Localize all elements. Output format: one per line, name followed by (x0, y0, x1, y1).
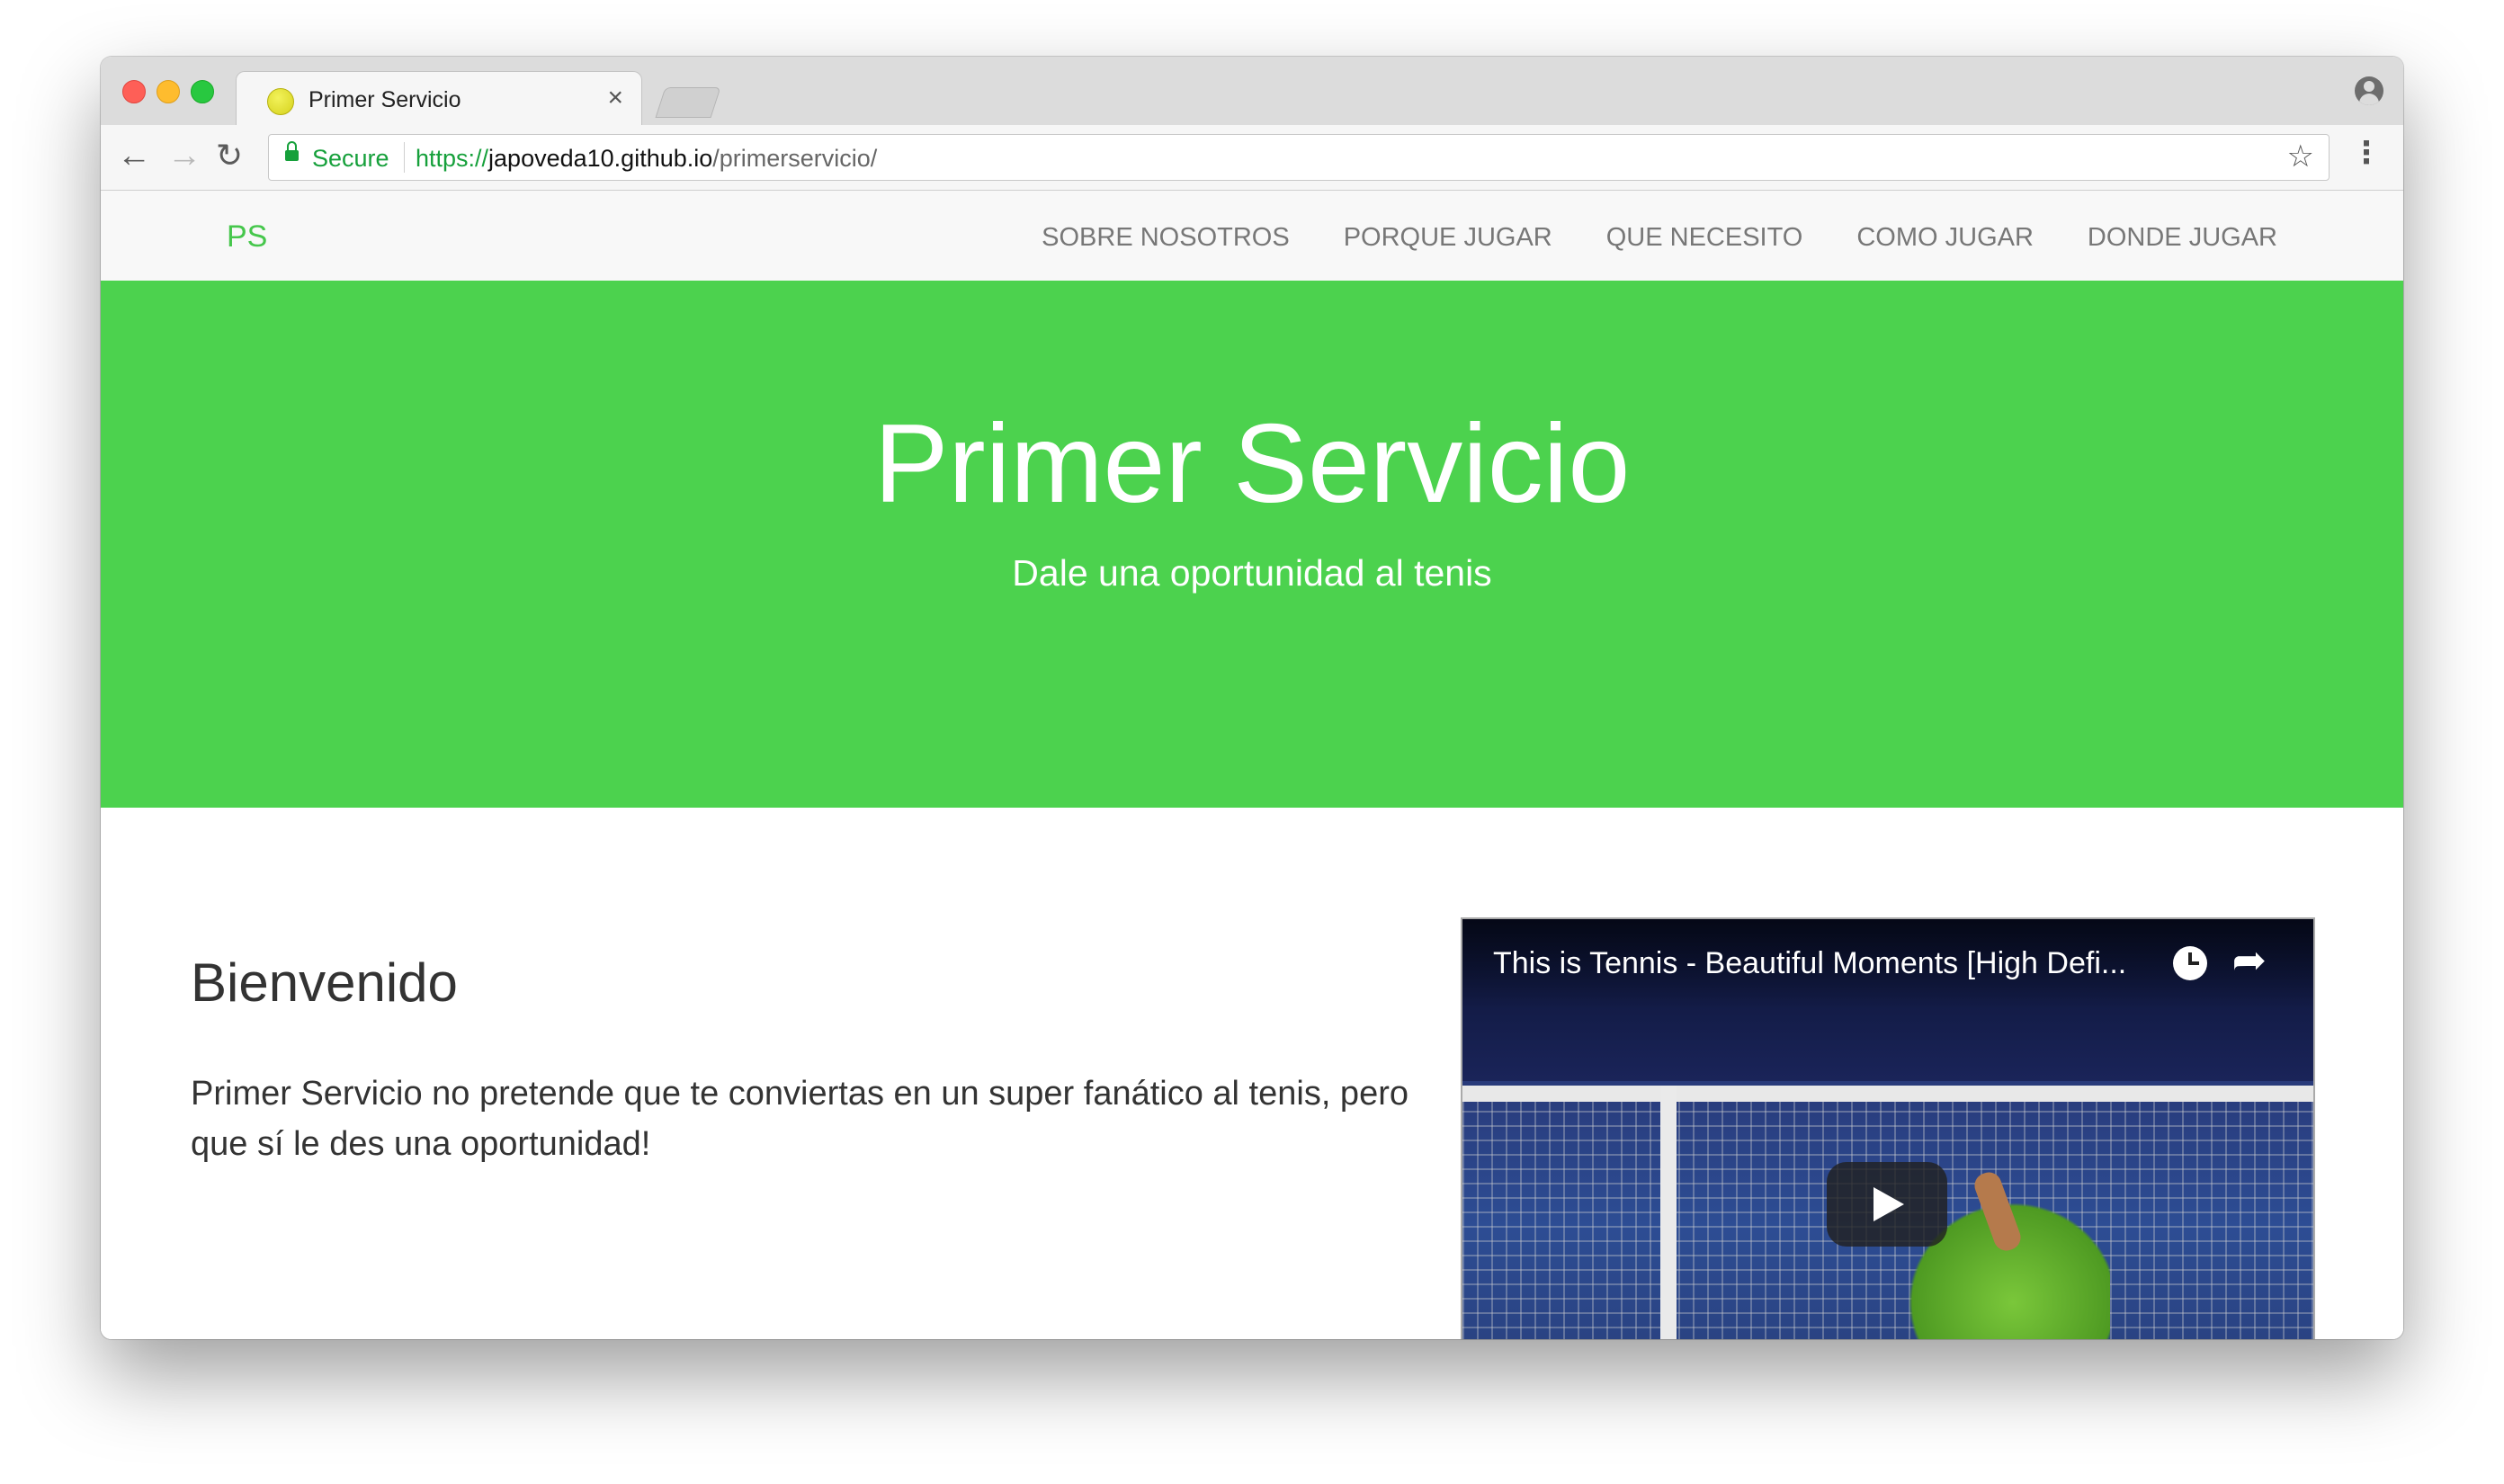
url-text[interactable]: https://japoveda10.github.io/primerservi… (416, 145, 877, 173)
browser-menu-icon[interactable]: ⋮ (2351, 138, 2382, 168)
bookmark-star-icon[interactable]: ☆ (2287, 139, 2314, 174)
site-nav-links: SOBRE NOSOTROS PORQUE JUGAR QUE NECESITO… (988, 223, 2277, 253)
lock-icon (285, 141, 299, 161)
welcome-section: Bienvenido Primer Servicio no pretende q… (101, 808, 2403, 1339)
zoom-window-button[interactable] (191, 80, 214, 103)
hero-banner: Primer Servicio Dale una oportunidad al … (101, 281, 2403, 808)
nav-link-donde-jugar[interactable]: DONDE JUGAR (2088, 223, 2277, 253)
address-bar[interactable]: Secure https://japoveda10.github.io/prim… (268, 134, 2330, 181)
nav-link-sobre-nosotros[interactable]: SOBRE NOSOTROS (1042, 223, 1290, 253)
url-scheme: https:// (416, 145, 489, 172)
forward-arrow-icon[interactable]: → (167, 136, 201, 175)
video-thumbnail-net-tape (1462, 1086, 2313, 1102)
youtube-video-embed[interactable]: This is Tennis - Beautiful Moments [High… (1461, 917, 2315, 1339)
url-host: japoveda10.github.io (488, 145, 713, 172)
hero-subtitle: Dale una oportunidad al tenis (1012, 552, 1492, 594)
welcome-title: Bienvenido (191, 952, 458, 1013)
browser-tab[interactable]: Primer Servicio × (236, 71, 642, 126)
reload-icon[interactable]: ↻ (216, 136, 243, 175)
video-thumbnail-net-post (1660, 1086, 1677, 1339)
back-arrow-icon[interactable]: ← (117, 136, 151, 175)
minimize-window-button[interactable] (156, 80, 180, 103)
hero-title: Primer Servicio (873, 402, 1631, 526)
close-window-button[interactable] (122, 80, 146, 103)
browser-window: Primer Servicio × ← → ↻ Secure https://j… (101, 57, 2403, 1339)
profile-icon[interactable] (2355, 76, 2383, 105)
secure-label: Secure (312, 145, 389, 172)
nav-link-porque-jugar[interactable]: PORQUE JUGAR (1344, 223, 1552, 253)
tab-close-icon[interactable]: × (607, 85, 623, 112)
video-play-button[interactable] (1827, 1162, 1947, 1247)
video-title[interactable]: This is Tennis - Beautiful Moments [High… (1493, 946, 2126, 981)
browser-toolbar: ← → ↻ Secure https://japoveda10.github.i… (101, 125, 2403, 191)
nav-link-que-necesito[interactable]: QUE NECESITO (1606, 223, 1803, 253)
welcome-text: Primer Servicio no pretende que te convi… (191, 1075, 1408, 1163)
url-separator (404, 142, 405, 173)
site-navbar: PS SOBRE NOSOTROS PORQUE JUGAR QUE NECES… (101, 191, 2403, 282)
title-bar: Primer Servicio × (101, 57, 2403, 126)
site-brand-link[interactable]: PS (227, 219, 267, 255)
url-path: /primerservicio/ (712, 145, 878, 172)
share-arrow-icon[interactable]: ➦ (2231, 939, 2267, 980)
watch-later-clock-icon[interactable] (2173, 946, 2207, 980)
tennis-ball-icon (267, 88, 294, 115)
new-tab-button[interactable] (655, 87, 721, 118)
tab-title: Primer Servicio (309, 87, 461, 112)
web-page: PS SOBRE NOSOTROS PORQUE JUGAR QUE NECES… (101, 191, 2403, 1339)
nav-link-como-jugar[interactable]: COMO JUGAR (1856, 223, 2034, 253)
